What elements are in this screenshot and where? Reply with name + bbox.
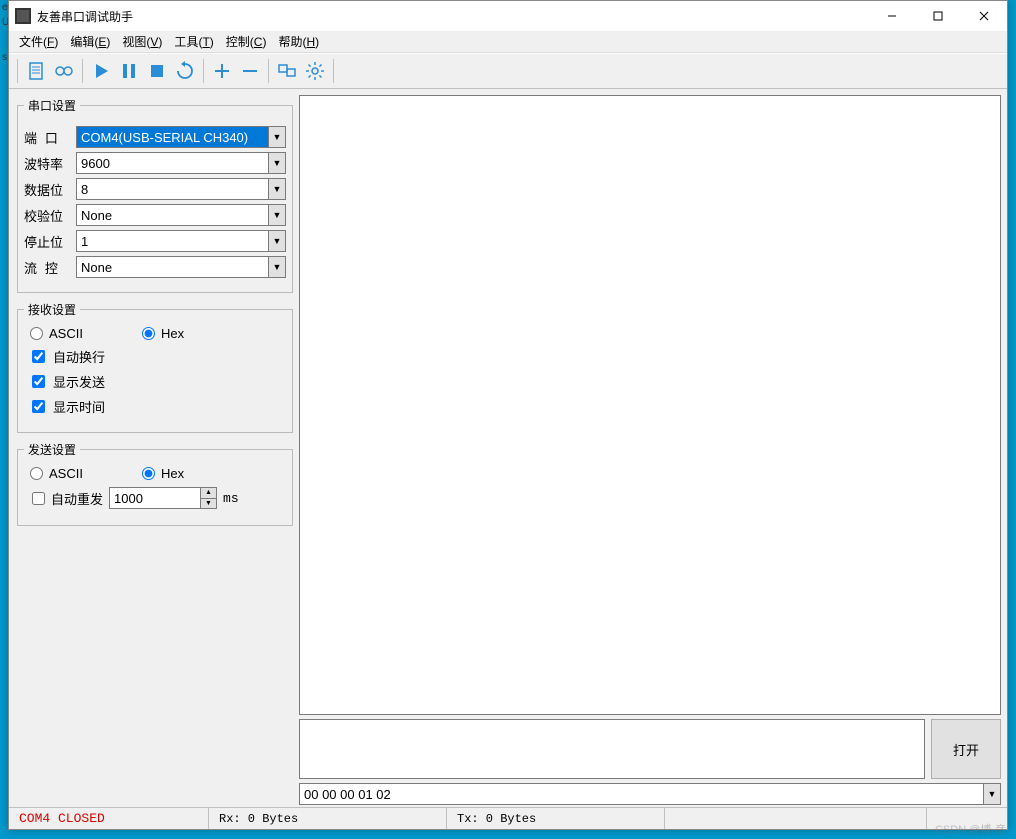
minimize-button[interactable] [869,1,915,31]
title-bar: 友善串口调试助手 [9,1,1007,31]
parity-select[interactable]: None ▼ [76,204,286,226]
status-spacer [665,808,927,829]
send-auto-checkbox[interactable]: 自动重发 [26,489,103,508]
menu-tools[interactable]: 工具(T) [168,31,219,52]
stopbits-value: 1 [81,234,88,249]
status-bar: COM4 CLOSED Rx: 0 Bytes Tx: 0 Bytes [9,807,1007,829]
close-button[interactable] [961,1,1007,31]
stopbits-select[interactable]: 1 ▼ [76,230,286,252]
status-rx: Rx: 0 Bytes [209,808,447,829]
chevron-down-icon[interactable]: ▼ [268,231,285,251]
stopbits-label: 停止位 [24,232,70,251]
databits-select[interactable]: 8 ▼ [76,178,286,200]
send-interval-value: 1000 [114,491,143,506]
send-area[interactable] [299,719,925,779]
play-icon[interactable] [87,57,115,85]
new-doc-icon[interactable] [22,57,50,85]
status-tx: Tx: 0 Bytes [447,808,665,829]
main-window: 友善串口调试助手 文件(F) 编辑(E) 视图(V) 工具(T) 控制(C) 帮… [8,0,1008,830]
parity-value: None [81,208,112,223]
recv-wrap-checkbox[interactable]: 自动换行 [26,347,284,366]
menu-help[interactable]: 帮助(H) [272,31,325,52]
recv-settings-group: 接收设置 ASCII Hex 自动换行 显示发送 显示时间 [17,301,293,433]
minus-icon[interactable] [236,57,264,85]
send-interval-unit: ms [223,491,239,506]
port-value: COM4(USB-SERIAL CH340) [81,130,248,145]
data-panel: 打开 00 00 00 01 02 ▼ [299,91,1005,807]
windows-icon[interactable] [273,57,301,85]
flow-label: 流 控 [24,258,70,277]
send-hex-radio[interactable]: Hex [136,466,244,481]
recv-hex-radio[interactable]: Hex [136,326,244,341]
refresh-icon[interactable] [171,57,199,85]
open-button[interactable]: 打开 [931,719,1001,779]
databits-label: 数据位 [24,180,70,199]
hex-input[interactable]: 00 00 00 01 02 ▼ [299,783,1001,805]
databits-value: 8 [81,182,88,197]
recv-settings-legend: 接收设置 [24,301,80,318]
menu-edit[interactable]: 编辑(E) [64,31,116,52]
recv-ascii-radio[interactable]: ASCII [24,326,132,341]
send-interval-input[interactable]: 1000 ▲ ▼ [109,487,217,509]
port-label: 端 口 [24,128,70,147]
send-settings-legend: 发送设置 [24,441,80,458]
baud-label: 波特率 [24,154,70,173]
status-end [927,808,1007,829]
port-settings-group: 串口设置 端 口 COM4(USB-SERIAL CH340) ▼ 波特率 96… [17,97,293,293]
pause-icon[interactable] [115,57,143,85]
recv-showtx-checkbox[interactable]: 显示发送 [26,372,284,391]
chevron-down-icon[interactable]: ▼ [268,257,285,277]
recv-showtime-checkbox[interactable]: 显示时间 [26,397,284,416]
client-area: 串口设置 端 口 COM4(USB-SERIAL CH340) ▼ 波特率 96… [9,89,1007,807]
chevron-down-icon[interactable]: ▼ [268,179,285,199]
toolbar [9,53,1007,89]
menu-file[interactable]: 文件(F) [13,31,64,52]
app-icon [15,8,31,24]
flow-select[interactable]: None ▼ [76,256,286,278]
chevron-down-icon[interactable]: ▼ [983,784,1000,804]
spin-up-icon[interactable]: ▲ [201,488,216,499]
receive-area[interactable] [299,95,1001,715]
port-settings-legend: 串口设置 [24,97,80,114]
flow-value: None [81,260,112,275]
chevron-down-icon[interactable]: ▼ [268,205,285,225]
chevron-down-icon[interactable]: ▼ [268,153,285,173]
menu-bar: 文件(F) 编辑(E) 视图(V) 工具(T) 控制(C) 帮助(H) [9,31,1007,53]
chevron-down-icon[interactable]: ▼ [268,127,285,147]
send-settings-group: 发送设置 ASCII Hex 自动重发 1000 [17,441,293,526]
hex-input-value: 00 00 00 01 02 [304,787,391,802]
menu-control[interactable]: 控制(C) [220,31,273,52]
stop-icon[interactable] [143,57,171,85]
record-icon[interactable] [50,57,78,85]
send-ascii-radio[interactable]: ASCII [24,466,132,481]
parity-label: 校验位 [24,206,70,225]
gear-icon[interactable] [301,57,329,85]
maximize-button[interactable] [915,1,961,31]
settings-panel: 串口设置 端 口 COM4(USB-SERIAL CH340) ▼ 波特率 96… [11,91,295,807]
baud-select[interactable]: 9600 ▼ [76,152,286,174]
port-select[interactable]: COM4(USB-SERIAL CH340) ▼ [76,126,286,148]
spin-down-icon[interactable]: ▼ [201,499,216,509]
menu-view[interactable]: 视图(V) [116,31,168,52]
plus-icon[interactable] [208,57,236,85]
status-port: COM4 CLOSED [9,808,209,829]
baud-value: 9600 [81,156,110,171]
window-title: 友善串口调试助手 [37,8,869,25]
